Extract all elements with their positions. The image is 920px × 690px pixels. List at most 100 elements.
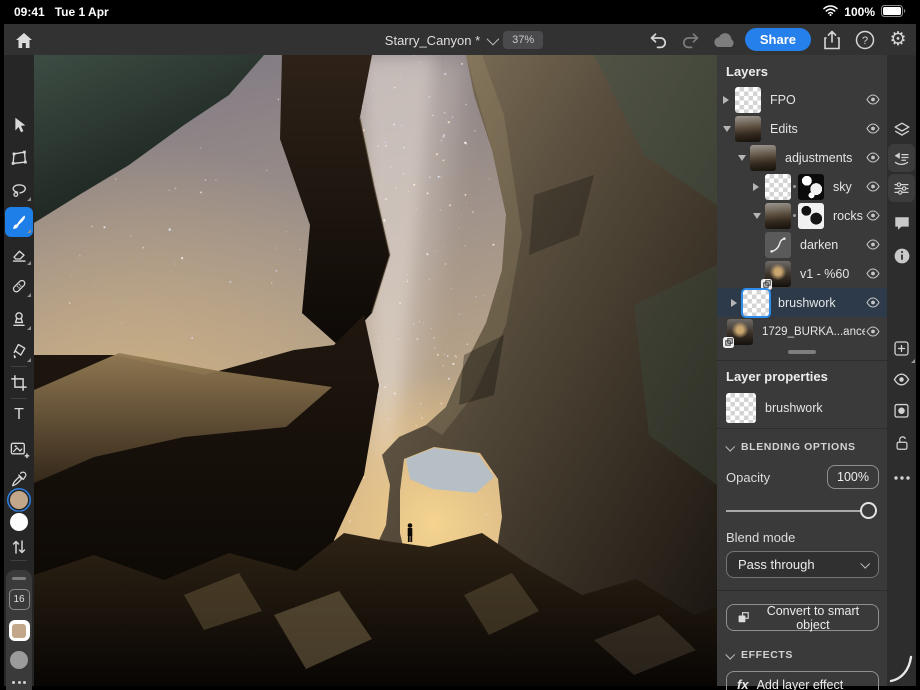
move-tool[interactable] [7, 113, 31, 137]
help-button[interactable]: ? [853, 28, 877, 52]
brush-size-field[interactable]: 16 [9, 589, 30, 610]
opacity-slider[interactable] [726, 502, 877, 520]
smart-object-badge [723, 337, 734, 348]
comments-button[interactable] [889, 211, 914, 236]
transform-tool[interactable] [7, 146, 31, 170]
lasso-select-tool[interactable] [7, 178, 31, 202]
visibility-eye-icon[interactable] [865, 239, 880, 250]
blend-mode-dropdown[interactable]: Pass through [726, 551, 879, 578]
foreground-color-swatch[interactable] [10, 491, 28, 509]
layer-thumbnail[interactable] [750, 145, 776, 171]
expand-chevron-icon[interactable] [731, 299, 743, 307]
mask-link-dot [793, 185, 796, 188]
layer-row-v1[interactable]: v1 - %60 [717, 259, 887, 288]
layer-list-panel-button[interactable] [888, 144, 915, 172]
photoshop-ipad-app: 09:41 Tue 1 Apr 100% Starry_Canyon * 37% [0, 0, 920, 690]
more-tool-options-button[interactable] [12, 681, 26, 684]
eraser-tool[interactable] [7, 242, 31, 266]
layer-row-darken[interactable]: darken [717, 230, 887, 259]
settings-gear-icon[interactable]: ⚙ [886, 28, 910, 52]
clone-stamp-tool[interactable] [7, 307, 31, 331]
brush-tool[interactable] [7, 210, 31, 234]
background-color-swatch[interactable] [10, 513, 28, 531]
adjustments-panel-button[interactable] [888, 174, 915, 202]
layer-row-edits[interactable]: Edits [717, 114, 887, 143]
toolbar-divider [11, 398, 27, 399]
layer-mask-button[interactable] [889, 398, 914, 423]
more-layer-options-button[interactable] [889, 465, 914, 490]
task-strip [887, 55, 916, 686]
info-button[interactable] [889, 243, 914, 268]
layer-mask-thumbnail[interactable] [798, 174, 824, 200]
layer-thumbnail[interactable] [735, 116, 761, 142]
healing-brush-tool[interactable] [7, 274, 31, 298]
layer-mask-thumbnail[interactable] [798, 203, 824, 229]
redo-button[interactable] [679, 28, 703, 52]
convert-to-smart-object-button[interactable]: Convert to smart object [726, 604, 879, 631]
layers-panel: Layers FPO Edits adjustments sky [717, 55, 887, 686]
drag-handle[interactable] [12, 577, 26, 580]
layer-row-sky[interactable]: sky [717, 172, 887, 201]
opacity-label: Opacity [726, 470, 770, 485]
add-layer-effect-button[interactable]: fx Add layer effect [726, 671, 879, 690]
expand-chevron-icon[interactable] [753, 183, 765, 191]
layer-thumbnail[interactable] [765, 203, 791, 229]
visibility-eye-icon[interactable] [865, 94, 880, 105]
undo-button[interactable] [646, 28, 670, 52]
panel-divider [717, 590, 887, 591]
visibility-eye-icon[interactable] [865, 181, 880, 192]
eyedropper-tool[interactable] [7, 467, 31, 491]
chevron-down-icon [725, 441, 735, 451]
brush-color-swatch[interactable] [9, 620, 30, 641]
layer-row-rocks[interactable]: rocks [717, 201, 887, 230]
brush-opacity-control[interactable] [10, 651, 28, 669]
crop-tool[interactable] [7, 371, 31, 395]
smart-object-thumbnail[interactable] [727, 319, 753, 345]
visibility-eye-icon[interactable] [865, 297, 880, 308]
blending-options-section-header[interactable]: BLENDING OPTIONS [717, 429, 887, 457]
layers-view-button[interactable] [889, 117, 914, 142]
swap-colors-button[interactable] [7, 535, 31, 559]
add-layer-button[interactable] [889, 336, 914, 361]
visibility-eye-icon[interactable] [865, 326, 880, 337]
type-tool[interactable]: T [7, 403, 31, 427]
canvas-document[interactable] [34, 55, 717, 686]
zoom-level-chip[interactable]: 37% [503, 31, 543, 49]
chevron-down-icon[interactable] [487, 32, 500, 45]
cloud-sync-icon[interactable] [712, 28, 736, 52]
home-button[interactable] [12, 28, 36, 52]
layer-thumbnail[interactable] [765, 174, 791, 200]
layer-row-1729[interactable]: 1729_BURKA...anced-NR33 [717, 317, 887, 346]
fill-bucket-tool[interactable] [7, 339, 31, 363]
lock-layer-button[interactable] [889, 431, 914, 456]
fx-icon: fx [737, 677, 749, 690]
export-icon[interactable] [820, 28, 844, 52]
collapse-chevron-icon[interactable] [753, 213, 765, 219]
layer-row-brushwork-selected[interactable]: brushwork [717, 288, 887, 317]
canvas-area[interactable] [34, 55, 717, 686]
visibility-eye-icon[interactable] [865, 268, 880, 279]
collapse-chevron-icon[interactable] [723, 126, 735, 132]
panel-resize-handle[interactable] [717, 346, 887, 358]
layer-visibility-button[interactable] [889, 367, 914, 392]
share-button[interactable]: Share [745, 28, 811, 51]
effects-section-header[interactable]: EFFECTS [717, 631, 887, 665]
layer-thumbnail[interactable] [735, 87, 761, 113]
visibility-eye-icon[interactable] [865, 123, 880, 134]
place-photo-tool[interactable] [7, 437, 31, 461]
expand-chevron-icon[interactable] [723, 96, 735, 104]
svg-text:?: ? [862, 35, 868, 47]
collapse-chevron-icon[interactable] [738, 155, 750, 161]
visibility-eye-icon[interactable] [865, 210, 880, 221]
opacity-value-field[interactable]: 100% [827, 465, 879, 489]
curves-adjustment-thumbnail[interactable] [765, 232, 791, 258]
layer-row-adjustments[interactable]: adjustments [717, 143, 887, 172]
layer-row-fpo[interactable]: FPO [717, 85, 887, 114]
smart-object-thumbnail[interactable] [765, 261, 791, 287]
blend-mode-label: Blend mode [717, 520, 887, 551]
date: Tue 1 Apr [55, 5, 109, 19]
layer-thumbnail[interactable] [743, 290, 769, 316]
visibility-eye-icon[interactable] [865, 152, 880, 163]
selected-layer-thumbnail[interactable] [726, 393, 756, 423]
opacity-slider-knob[interactable] [860, 502, 877, 519]
